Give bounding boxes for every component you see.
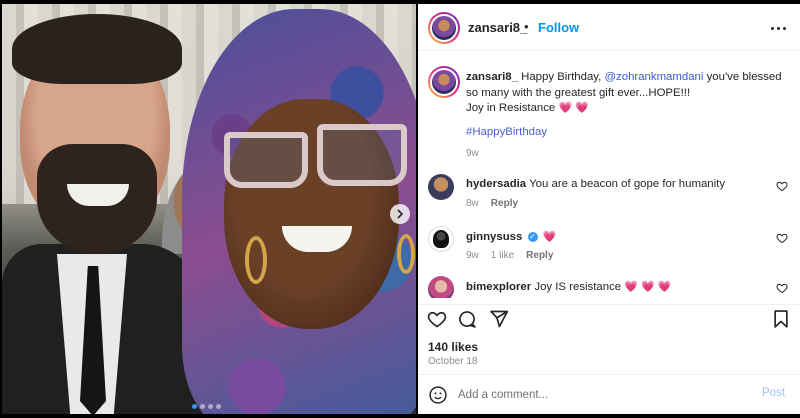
emoji-icon [429,386,447,404]
comment-like-heart-icon[interactable] [776,180,788,192]
commenter-avatar[interactable] [428,174,454,200]
comment-item: bimexplorer Joy IS resistance 💗 💗 💗 [418,276,800,298]
caption-body-1: Happy Birthday, [521,71,602,83]
carousel-dot [200,404,205,409]
carousel-next-button[interactable] [390,204,410,224]
emoji-picker-button[interactable] [428,385,448,405]
author-username[interactable]: zansari8_ [468,20,527,35]
like-button[interactable] [426,309,448,331]
commenter-avatar[interactable] [428,226,454,252]
comment-like-count[interactable]: 1 like [491,250,514,261]
comment-text: hydersadia You are a beacon of gope for … [466,178,766,190]
commenter-avatar[interactable] [428,276,454,298]
comment-emoji: 💗 💗 💗 [624,281,672,293]
caption-timestamp[interactable]: 9w [466,148,479,159]
comment-meta: 9w 1 like Reply [466,250,553,261]
post-date[interactable]: October 18 [428,356,477,367]
carousel-dot [192,404,197,409]
follow-button[interactable]: Follow [538,20,579,35]
mention-link[interactable]: @zohrankmamdani [604,71,703,83]
caption-author-avatar[interactable] [428,66,460,98]
post-header: zansari8_ • Follow [418,4,800,51]
verified-badge-icon: ✓ [527,231,538,242]
heart-icon [427,311,447,328]
commenter-username[interactable]: ginnysuss [466,231,522,243]
comment-body: You are a beacon of gope for humanity [529,178,726,190]
post-actions-bar [418,304,800,336]
caption-author[interactable]: zansari8_ [466,71,518,83]
earring-left [245,236,267,284]
commenter-username[interactable]: bimexplorer [466,281,531,293]
carousel-dot [208,404,213,409]
comment-timestamp[interactable]: 9w [466,250,479,261]
post-photo[interactable] [2,4,416,414]
comment-like-heart-icon[interactable] [776,282,788,294]
comment-icon [459,311,476,328]
heart-emoji: 💗 💗 [558,102,589,114]
comment-text: bimexplorer Joy IS resistance 💗 💗 💗 [466,280,766,293]
reply-button[interactable]: Reply [491,198,518,209]
header-separator: • [524,19,529,34]
share-button[interactable] [488,309,510,331]
save-button[interactable] [770,309,792,331]
carousel-indicator [192,404,221,409]
comment-like-heart-icon[interactable] [776,232,788,244]
likes-count[interactable]: 140 likes [428,340,478,354]
post-side-panel: zansari8_ • Follow zansari8_ Happy Birth… [418,4,800,414]
instagram-post-view: zansari8_ • Follow zansari8_ Happy Birth… [0,0,800,418]
author-avatar[interactable] [428,12,460,44]
more-options-button[interactable] [768,18,788,38]
comment-button[interactable] [456,309,478,331]
carousel-dot [216,404,221,409]
caption-text: zansari8_ Happy Birthday, @zohrankmamdan… [466,70,794,117]
add-comment-bar: Post [418,374,800,414]
glasses-right-lens [317,124,407,186]
chevron-right-icon [397,209,404,219]
comment-input[interactable] [458,385,748,405]
man-hair [12,14,182,84]
bookmark-icon [774,310,788,328]
earring-right [397,234,415,274]
caption-line-2: Joy in Resistance [466,102,556,114]
comment-body: 💗 [542,231,557,243]
comment-body: Joy IS resistance [534,281,622,293]
share-icon [490,310,509,328]
reply-button[interactable]: Reply [526,250,553,261]
more-icon [770,26,774,30]
comment-text: ginnysuss ✓ 💗 [466,230,766,243]
post-comment-button[interactable]: Post [762,387,785,399]
comment-timestamp[interactable]: 8w [466,198,479,209]
commenter-username[interactable]: hydersadia [466,178,526,190]
hashtag-link[interactable]: #HappyBirthday [466,126,547,138]
comment-meta: 8w Reply [466,198,518,209]
glasses-left-lens [224,132,308,188]
